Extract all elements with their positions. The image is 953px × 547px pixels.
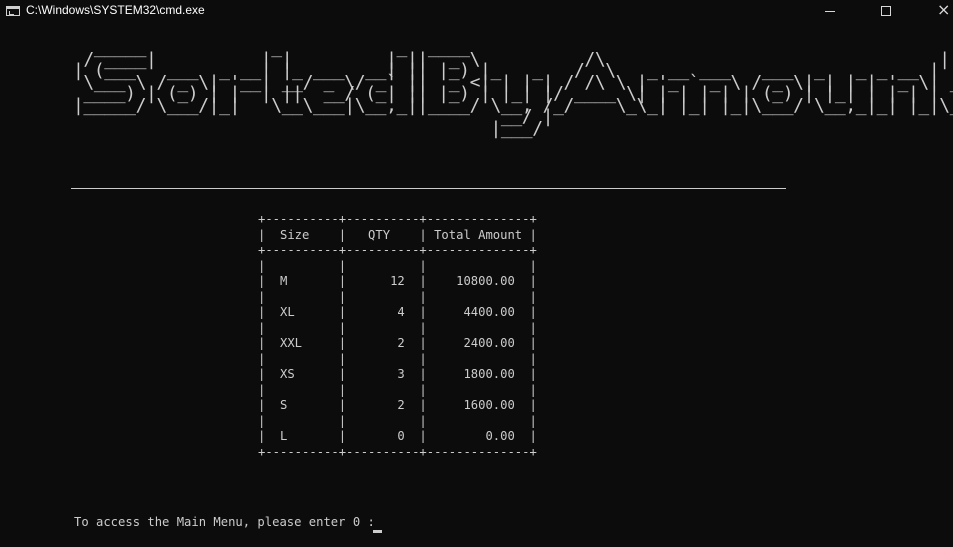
maximize-button[interactable] bbox=[858, 0, 904, 22]
table-spacer-row: | | | | bbox=[258, 382, 537, 397]
table-border-top: +----------+----------+--------------+ bbox=[258, 212, 537, 226]
minimize-button[interactable] bbox=[800, 0, 846, 22]
table-row: | L | 0 | 0.00 | bbox=[258, 429, 537, 443]
divider bbox=[71, 188, 786, 189]
close-button[interactable]: × bbox=[915, 0, 953, 22]
cmd-window: C:\Windows\SYSTEM32\cmd.exe × _____ _ _ … bbox=[0, 0, 953, 547]
table-header-row: | Size | QTY | Total Amount | bbox=[258, 227, 537, 242]
minimize-icon bbox=[825, 11, 835, 12]
table-spacer-row: | | | | bbox=[258, 351, 537, 366]
table-spacer-row: | | | | bbox=[258, 320, 537, 335]
table-spacer-row: | | | | bbox=[258, 413, 537, 428]
menu-prompt: To access the Main Menu, please enter 0 … bbox=[74, 515, 375, 529]
table-border-header: +----------+----------+--------------+ bbox=[258, 243, 537, 257]
table-row: | XL | 4 | 4400.00 | bbox=[258, 305, 537, 319]
table-row: | XS | 3 | 1800.00 | bbox=[258, 367, 537, 381]
window-title: C:\Windows\SYSTEM32\cmd.exe bbox=[26, 3, 205, 17]
table-border-bottom: +----------+----------+--------------+ bbox=[258, 444, 537, 459]
close-icon: × bbox=[937, 0, 951, 19]
table-spacer-row: | | | | bbox=[258, 258, 537, 273]
console-app-icon bbox=[6, 6, 20, 16]
table-row: | M | 12 | 10800.00 | bbox=[258, 274, 537, 288]
table-spacer-row: | | | | bbox=[258, 289, 537, 304]
ascii-banner: _____ _ _ ____ _ / ____| | | | || _ \ /\… bbox=[73, 37, 953, 139]
maximize-icon bbox=[881, 6, 891, 16]
table-row: | XXL | 2 | 2400.00 | bbox=[258, 336, 537, 350]
text-cursor[interactable] bbox=[373, 530, 382, 533]
title-bar[interactable]: C:\Windows\SYSTEM32\cmd.exe × bbox=[0, 0, 953, 22]
table-row: | S | 2 | 1600.00 | bbox=[258, 398, 537, 412]
console-output[interactable]: _____ _ _ ____ _ / ____| | | | || _ \ /\… bbox=[0, 22, 953, 547]
